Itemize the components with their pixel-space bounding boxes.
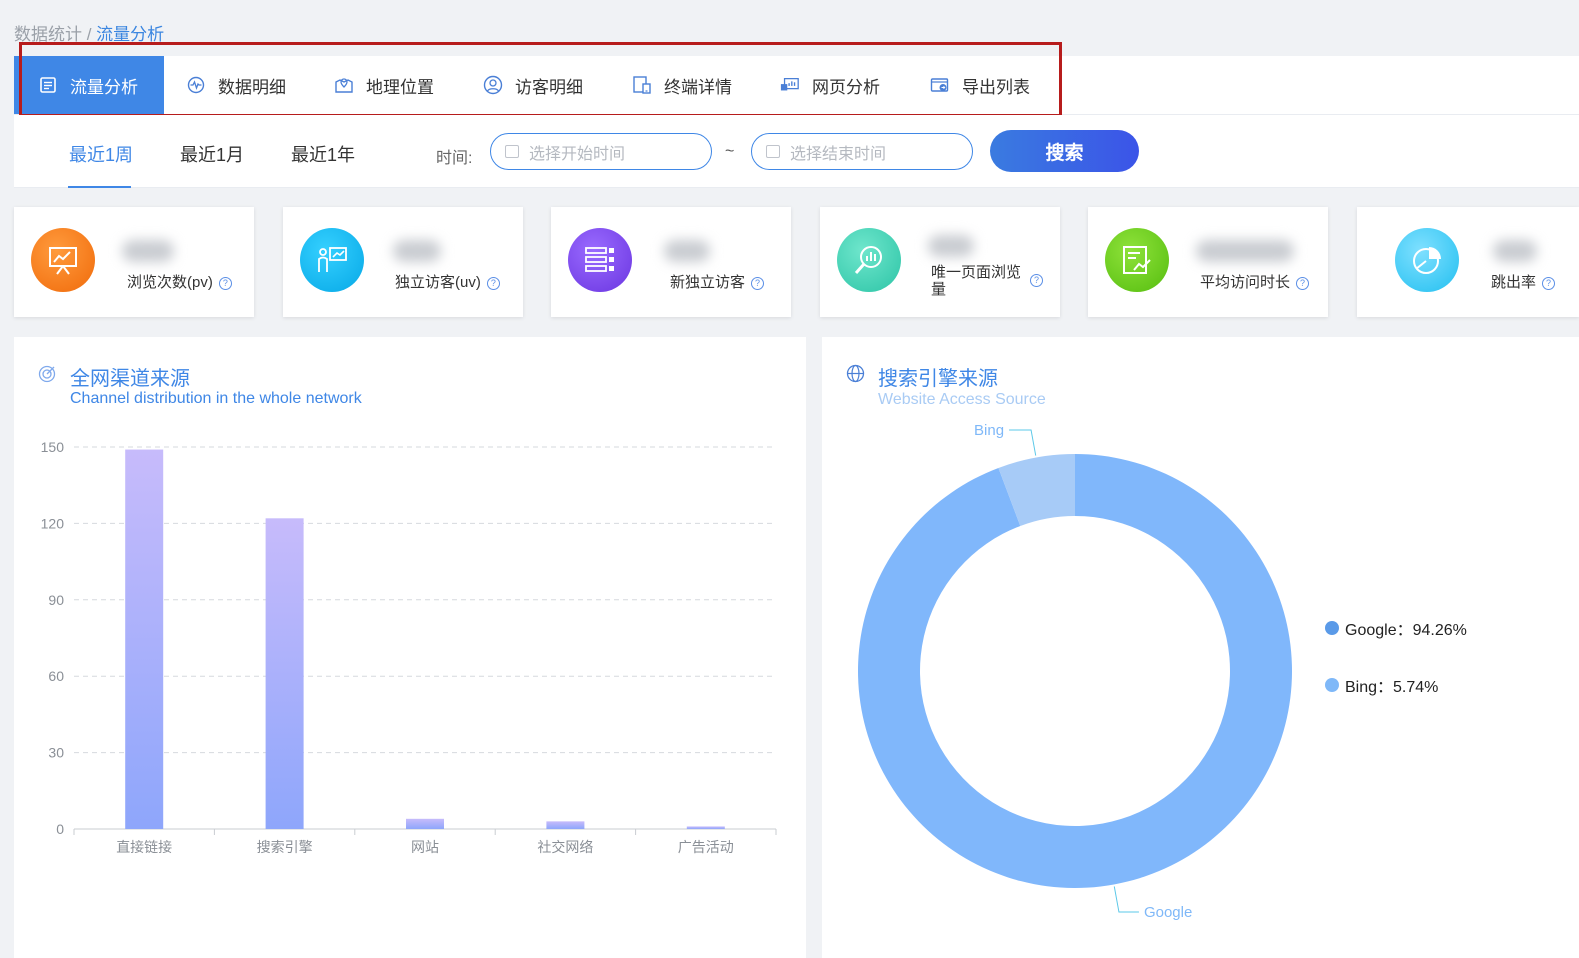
stat-card-unique-pv: 唯一页面浏览量 ? xyxy=(820,207,1060,317)
slice-label-line xyxy=(1113,886,1139,913)
legend-item-bing[interactable]: Bing：5.74% xyxy=(1325,673,1438,697)
start-date-input[interactable]: 选择开始时间 xyxy=(490,133,712,170)
end-date-placeholder: 选择结束时间 xyxy=(790,145,887,163)
blurred-value xyxy=(928,235,974,257)
report-chart-icon xyxy=(1105,228,1169,292)
channel-panel-title: 全网渠道来源 xyxy=(70,368,190,390)
channel-panel-subtitle: Channel distribution in the whole networ… xyxy=(70,390,362,407)
x-tick-label: 网站 xyxy=(411,839,439,855)
stat-label: 跳出率? xyxy=(1491,271,1556,292)
presenter-icon xyxy=(300,228,364,292)
y-tick-label: 30 xyxy=(48,745,64,761)
help-icon[interactable]: ? xyxy=(1030,274,1043,287)
y-tick-label: 150 xyxy=(41,439,65,455)
stat-label: 唯一页面浏览量 xyxy=(931,264,1022,298)
start-date-placeholder: 选择开始时间 xyxy=(529,145,626,163)
search-engine-donut-chart: Google Bing xyxy=(858,422,1292,921)
x-tick-label: 搜索引擎 xyxy=(257,839,313,855)
pie-chart-icon xyxy=(1395,228,1459,292)
stat-card-avg-duration: 平均访问时长? xyxy=(1088,207,1328,317)
server-list-icon xyxy=(568,228,632,292)
blurred-value xyxy=(1196,240,1294,262)
legend-text: Google：94.26% xyxy=(1345,622,1467,639)
channel-panel: 全网渠道来源 Channel distribution in the whole… xyxy=(14,337,806,958)
active-range-underline xyxy=(68,186,131,188)
stat-label: 新独立访客? xyxy=(670,271,765,292)
legend-item-google[interactable]: Google：94.26% xyxy=(1325,616,1467,640)
slice-label: Bing xyxy=(974,422,1004,439)
date-range-separator: ~ xyxy=(725,143,735,160)
legend-dot xyxy=(1325,621,1339,635)
time-label: 时间: xyxy=(436,150,473,167)
range-last-year[interactable]: 最近1年 xyxy=(291,141,355,167)
help-icon[interactable]: ? xyxy=(486,277,500,290)
legend-dot xyxy=(1325,678,1339,692)
blurred-value xyxy=(1493,240,1537,262)
blurred-value xyxy=(393,240,441,262)
tabs-highlight-box xyxy=(19,42,1062,117)
help-icon[interactable]: ? xyxy=(1296,277,1310,290)
globe-icon xyxy=(846,364,865,388)
x-tick-label: 直接链接 xyxy=(116,839,172,855)
legend-text: Bing：5.74% xyxy=(1345,679,1439,696)
stat-card-bounce-rate: 跳出率? xyxy=(1357,207,1579,317)
stat-label: 独立访客(uv)? xyxy=(395,271,500,292)
search-engine-panel: 搜索引擎来源 Website Access Source Google Bing … xyxy=(822,337,1579,958)
y-tick-label: 90 xyxy=(48,592,64,608)
x-tick-label: 广告活动 xyxy=(678,839,734,855)
calendar-icon xyxy=(505,145,519,158)
range-last-month[interactable]: 最近1月 xyxy=(180,141,244,167)
help-icon[interactable]: ? xyxy=(751,277,765,290)
x-tick-label: 社交网络 xyxy=(537,839,593,855)
y-tick-label: 60 xyxy=(48,668,64,684)
target-icon xyxy=(38,365,56,388)
help-icon[interactable]: ? xyxy=(1542,277,1556,290)
bar-4 xyxy=(686,826,725,829)
stat-label: 浏览次数(pv)? xyxy=(127,271,232,292)
range-last-week[interactable]: 最近1周 xyxy=(69,141,133,167)
search-panel-title: 搜索引擎来源 xyxy=(878,368,998,390)
blurred-value xyxy=(122,240,174,262)
slice-label: Google xyxy=(1144,904,1192,921)
channel-bar-chart: 0 30 60 90 120 150 直接链接 搜索引擎 网站 社交网络 广告活动 xyxy=(41,439,777,855)
y-tick-label: 120 xyxy=(41,515,65,531)
stat-card-uv: 独立访客(uv)? xyxy=(283,207,523,317)
bar-0 xyxy=(125,449,164,829)
bar-2 xyxy=(406,818,444,829)
stat-card-new-uv: 新独立访客? xyxy=(551,207,791,317)
slice-google xyxy=(858,454,1292,888)
slice-label-line xyxy=(1009,429,1037,456)
calendar-icon xyxy=(766,145,780,158)
bar-1 xyxy=(265,518,304,829)
help-icon[interactable]: ? xyxy=(218,277,232,290)
magnifier-chart-icon xyxy=(837,228,901,292)
bar-3 xyxy=(546,821,585,829)
presentation-board-icon xyxy=(31,228,95,292)
y-tick-label: 0 xyxy=(56,821,64,837)
search-button[interactable]: 搜索 xyxy=(990,130,1139,172)
stat-label: 平均访问时长? xyxy=(1200,271,1310,292)
end-date-input[interactable]: 选择结束时间 xyxy=(751,133,973,170)
blurred-value xyxy=(664,240,710,262)
stat-card-pv: 浏览次数(pv)? xyxy=(14,207,254,317)
